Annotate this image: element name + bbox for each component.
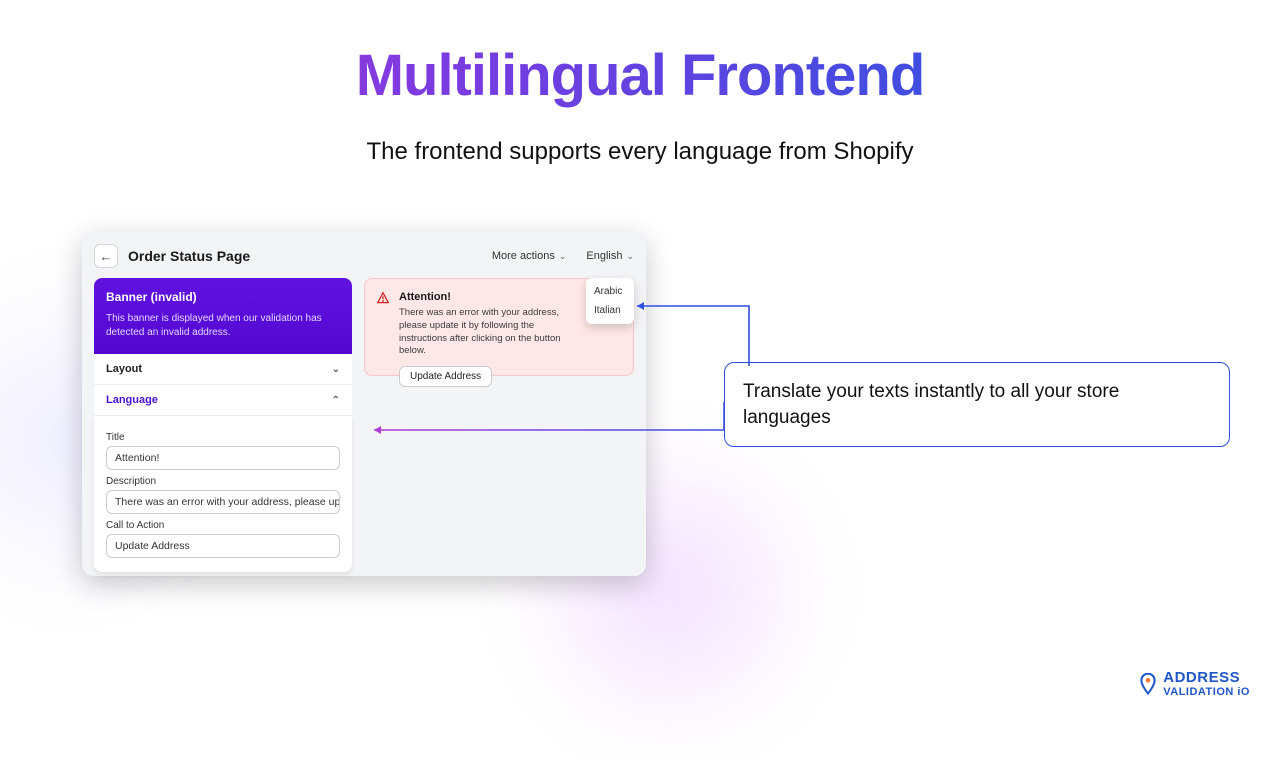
language-selector-label: English (586, 250, 622, 262)
banner-info-card: Banner (invalid) This banner is displaye… (94, 278, 352, 354)
accordion-language-label: Language (106, 394, 158, 406)
language-option[interactable]: Italian (586, 301, 634, 320)
update-address-button[interactable]: Update Address (399, 366, 492, 387)
warning-icon (376, 291, 390, 305)
language-form: Title Attention! Description There was a… (94, 416, 352, 572)
chevron-up-icon: ⌃ (332, 395, 340, 406)
description-label: Description (106, 476, 340, 487)
title-label: Title (106, 432, 340, 443)
chevron-down-icon: ⌄ (332, 364, 340, 375)
accordion-layout-label: Layout (106, 363, 142, 375)
cta-label: Call to Action (106, 520, 340, 531)
banner-title: Banner (invalid) (106, 290, 340, 304)
feature-callout: Translate your texts instantly to all yo… (724, 362, 1230, 447)
accordion-layout[interactable]: Layout ⌄ (94, 354, 352, 385)
chevron-down-icon: ⌄ (626, 251, 634, 262)
cta-input[interactable]: Update Address (106, 534, 340, 558)
more-actions-dropdown[interactable]: More actions ⌄ (492, 250, 567, 262)
title-input[interactable]: Attention! (106, 446, 340, 470)
chevron-down-icon: ⌄ (559, 251, 567, 262)
brand-logo: ADDRESS VALIDATION iO (1139, 670, 1250, 698)
page-title: Order Status Page (128, 248, 472, 264)
banner-description: This banner is displayed when our valida… (106, 312, 340, 340)
map-pin-icon (1139, 673, 1157, 695)
back-button[interactable]: ← (94, 244, 118, 268)
page-subheadline: The frontend supports every language fro… (0, 138, 1280, 166)
arrow-left-icon: ← (100, 249, 113, 264)
logo-line1: ADDRESS (1163, 670, 1250, 686)
language-option[interactable]: Arabic (586, 282, 634, 301)
settings-panel: ← Order Status Page More actions ⌄ Engli… (82, 232, 646, 576)
more-actions-label: More actions (492, 250, 555, 262)
page-headline: Multilingual Frontend (0, 42, 1280, 109)
logo-line2: VALIDATION iO (1163, 686, 1250, 698)
language-options-menu: Arabic Italian (586, 278, 634, 324)
alert-body: There was an error with your address, pl… (399, 307, 569, 358)
arrow-annotation (631, 300, 751, 368)
language-selector-dropdown[interactable]: English ⌄ (586, 250, 634, 262)
accordion-language[interactable]: Language ⌃ (94, 385, 352, 416)
description-input[interactable]: There was an error with your address, pl… (106, 490, 340, 514)
